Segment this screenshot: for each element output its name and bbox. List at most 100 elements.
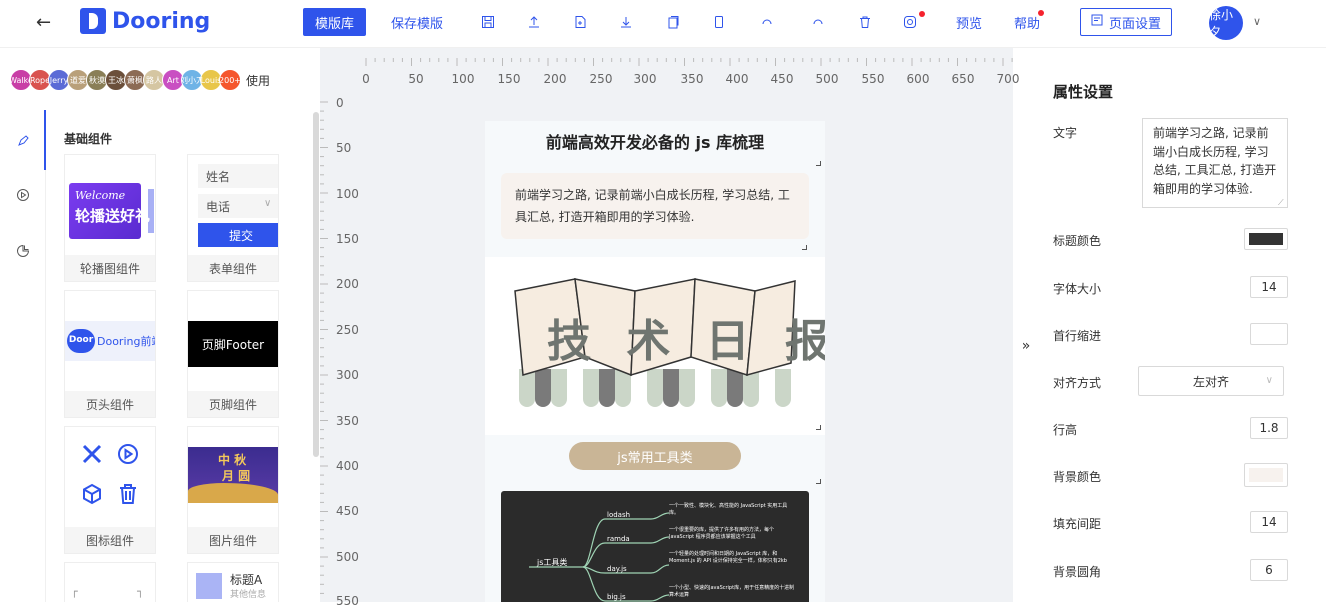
font-size-input[interactable]: 14 <box>1250 276 1288 298</box>
title-color-swatch <box>1249 233 1283 245</box>
image-banner[interactable]: 技 术 日 报 <box>485 257 825 435</box>
title-color-picker[interactable] <box>1244 228 1288 250</box>
help-button[interactable]: 帮助 <box>1014 8 1045 36</box>
radius-label: 背景圆角 <box>1053 565 1102 579</box>
text-block[interactable]: 前端学习之路, 记录前端小白成长历程, 学习总结, 工具汇总, 打造开箱即用的学… <box>501 173 809 239</box>
resize-handle[interactable] <box>816 161 821 166</box>
panel-scrollbar[interactable] <box>313 112 319 457</box>
text-input[interactable]: 前端学习之路, 记录前端小白成长历程, 学习总结, 工具汇总, 打造开箱即用的学… <box>1142 118 1288 208</box>
image-component-card[interactable]: 中 秋 月 圆 图片组件 <box>187 426 279 554</box>
play-circle-icon[interactable] <box>14 188 32 206</box>
subtitle-preview: 其他信息 <box>230 590 267 600</box>
form-submit-preview: 提交 <box>198 223 278 247</box>
ruler-label: 0 <box>362 72 370 86</box>
preview-button[interactable]: 预览 <box>956 8 982 36</box>
card-label: 轮播图组件 <box>65 255 155 281</box>
logo-mark-icon <box>80 8 106 34</box>
collapse-panel-icon[interactable]: » <box>1014 310 1038 382</box>
undo-icon[interactable] <box>755 8 779 36</box>
delete-icon[interactable] <box>853 8 877 36</box>
bg-color-picker[interactable] <box>1244 463 1288 487</box>
redo-icon[interactable] <box>806 8 830 36</box>
frame-component-card[interactable]: ┌ ┐ <box>64 562 156 602</box>
back-arrow-icon[interactable]: ← <box>36 12 51 33</box>
image-text-1: 中 秋 <box>218 453 247 467</box>
ruler-label: 100 <box>451 72 475 86</box>
corner-bracket-icon: ┐ <box>137 585 144 598</box>
ruler-label: 200 <box>543 72 567 86</box>
instagram-icon[interactable] <box>898 8 925 36</box>
resize-grip-icon[interactable]: ⟋ <box>1278 198 1284 208</box>
section-title: 基础组件 <box>64 132 113 146</box>
user-avatar[interactable]: 徐小夕 <box>1209 6 1243 40</box>
chevron-down-icon[interactable]: ∨ <box>1253 15 1261 28</box>
left-ruler <box>320 80 342 602</box>
align-select[interactable]: 左对齐 ∨ <box>1138 366 1284 396</box>
ruler-label: 500 <box>815 72 839 86</box>
phone-preview: 前端高效开发必备的 js 库梳理 前端学习之路, 记录前端小白成长历程, 学习总… <box>485 121 825 602</box>
padding-input[interactable]: 14 <box>1250 511 1288 533</box>
footer-text: 页脚Footer <box>188 321 278 367</box>
save-icon[interactable] <box>476 8 500 36</box>
icon-component-card[interactable]: 图标组件 <box>64 426 156 554</box>
text-label: 文字 <box>1053 126 1078 140</box>
play-circle-icon <box>117 443 139 469</box>
article-title[interactable]: 前端高效开发必备的 js 库梳理 <box>485 129 825 153</box>
pie-chart-icon[interactable] <box>14 244 32 262</box>
footer-component-card[interactable]: 页脚Footer 页脚组件 <box>187 290 279 418</box>
resize-handle[interactable] <box>802 245 807 250</box>
align-value: 左对齐 <box>1192 374 1229 389</box>
mindmap-image[interactable]: js工具类 lodash ramda day.js big.js 一个一致性、模… <box>501 491 809 602</box>
ruler-label: 250 <box>589 72 613 86</box>
resize-handle[interactable] <box>816 425 821 430</box>
dooring-logo[interactable]: Dooring <box>80 8 210 34</box>
file-add-icon[interactable] <box>568 8 592 36</box>
line-height-input[interactable]: 1.8 <box>1250 417 1288 439</box>
page-settings-button[interactable]: 页面设置 <box>1080 8 1173 36</box>
card-label: 图片组件 <box>188 527 278 553</box>
resize-handle[interactable] <box>816 479 821 484</box>
ruler-label: 50 <box>336 141 352 155</box>
form-component-card[interactable]: 姓名 电话 ∨ 提交 表单组件 <box>187 154 279 282</box>
properties-title: 属性设置 <box>1053 83 1114 101</box>
image-thumbnail: 中 秋 月 圆 <box>188 427 278 527</box>
properties-panel: 属性设置 文字 前端学习之路, 记录前端小白成长历程, 学习总结, 工具汇总, … <box>1038 48 1326 602</box>
download-icon[interactable] <box>614 8 638 36</box>
ruler-label: 100 <box>336 187 359 201</box>
indent-input[interactable] <box>1250 323 1288 345</box>
ruler-label: 200 <box>336 277 359 291</box>
mindmap-node: big.js <box>607 593 626 601</box>
card-label: 表单组件 <box>188 255 278 281</box>
ruler-label: 450 <box>770 72 794 86</box>
title-component-card[interactable]: 标题A 其他信息 <box>187 562 279 602</box>
carousel-component-card[interactable]: Welcome 轮播送好礼 轮播图组件 <box>64 154 156 282</box>
ruler-label: 450 <box>336 504 359 518</box>
header-logo: Door <box>67 329 95 353</box>
copy-icon[interactable] <box>661 8 685 36</box>
save-template-button[interactable]: 保存模版 <box>391 8 443 36</box>
form-field-name: 姓名 <box>198 164 278 188</box>
upload-icon[interactable] <box>522 8 546 36</box>
line-height-label: 行高 <box>1053 423 1078 437</box>
notification-dot <box>919 11 925 17</box>
avatar-count: 200+ <box>219 69 241 91</box>
template-library-button[interactable]: 模版库 <box>303 8 367 36</box>
ruler-label: 50 <box>408 72 424 86</box>
page-settings-icon <box>1091 14 1103 30</box>
header-component-card[interactable]: Door Dooring前端 页头组件 <box>64 290 156 418</box>
card-label: 页头组件 <box>65 391 155 417</box>
indent-label: 首行缩进 <box>1053 329 1102 343</box>
ruler-label: 500 <box>336 550 359 564</box>
ruler-label: 550 <box>861 72 885 86</box>
banner-text: 技 术 日 报 <box>547 316 825 367</box>
ruler-label: 600 <box>906 72 930 86</box>
mindmap-root: js工具类 <box>537 558 568 567</box>
highlighter-icon[interactable] <box>14 134 32 152</box>
title-preview: 标题A <box>230 573 263 587</box>
card-label: 图标组件 <box>65 527 155 553</box>
radius-input[interactable]: 6 <box>1250 559 1288 581</box>
mindmap-node: ramda <box>607 535 630 543</box>
mobile-icon[interactable] <box>707 8 731 36</box>
cube-icon <box>81 483 103 509</box>
category-tag[interactable]: js常用工具类 <box>569 442 741 470</box>
